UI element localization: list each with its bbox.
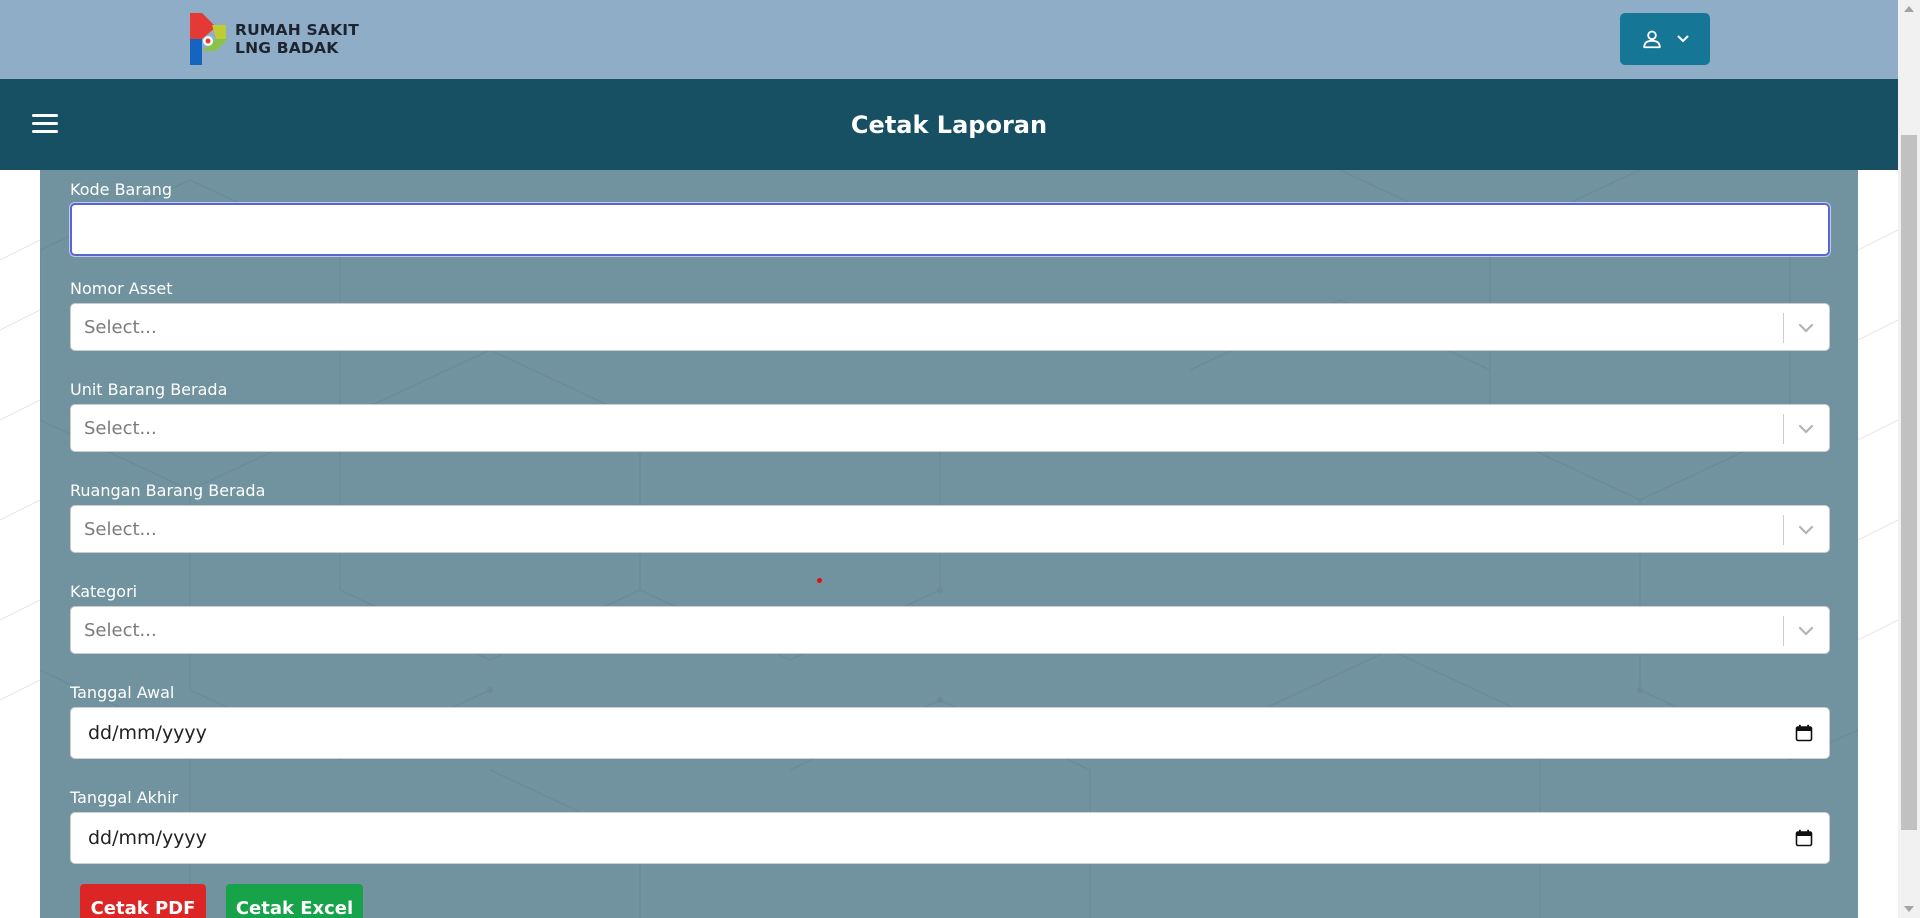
nomor-asset-placeholder: Select...: [84, 317, 157, 338]
ruangan-barang-select[interactable]: Select...: [70, 505, 1830, 553]
chevron-down-icon[interactable]: [1796, 521, 1816, 539]
logo-line-1: RUMAH SAKIT: [235, 21, 360, 39]
top-bar: RUMAH SAKIT LNG BADAK: [0, 0, 1898, 79]
scroll-thumb[interactable]: [1901, 135, 1917, 830]
chevron-down-icon[interactable]: [1796, 622, 1816, 640]
unit-barang-select[interactable]: Select...: [70, 404, 1830, 452]
user-icon: [1643, 30, 1661, 49]
tanggal-akhir-label: Tanggal Akhir: [70, 788, 179, 807]
hospital-logo[interactable]: RUMAH SAKIT LNG BADAK: [188, 11, 359, 67]
chevron-down-icon[interactable]: [1796, 319, 1816, 337]
logo-line-2: LNG BADAK: [235, 39, 339, 57]
nomor-asset-label: Nomor Asset: [70, 279, 173, 298]
calendar-icon[interactable]: [1795, 829, 1813, 847]
tanggal-akhir-placeholder: dd/mm/yyyy: [88, 827, 207, 849]
page-header: Cetak Laporan: [0, 79, 1898, 170]
kode-barang-input[interactable]: [70, 203, 1830, 256]
report-form: Kode Barang Nomor Asset Select... Unit B…: [70, 180, 1830, 918]
report-form-card: Kode Barang Nomor Asset Select... Unit B…: [40, 170, 1858, 918]
cursor-dot: [817, 578, 822, 583]
kategori-label: Kategori: [70, 582, 138, 601]
tanggal-akhir-input[interactable]: dd/mm/yyyy: [70, 812, 1830, 864]
chevron-down-icon: [1677, 35, 1689, 43]
unit-barang-label: Unit Barang Berada: [70, 380, 228, 399]
logo-text: RUMAH SAKIT LNG BADAK: [235, 21, 359, 57]
unit-barang-placeholder: Select...: [84, 418, 157, 439]
action-buttons: Cetak PDF Cetak Excel: [70, 884, 1830, 918]
select-separator: [1783, 515, 1784, 545]
hamburger-icon[interactable]: [32, 114, 58, 134]
scroll-down-arrow-icon[interactable]: [1904, 906, 1914, 912]
tanggal-awal-label: Tanggal Awal: [70, 683, 175, 702]
user-menu-button[interactable]: [1620, 13, 1710, 65]
vertical-scrollbar[interactable]: [1898, 0, 1920, 918]
select-separator: [1783, 616, 1784, 646]
page-title: Cetak Laporan: [850, 110, 1048, 139]
nomor-asset-select[interactable]: Select...: [70, 303, 1830, 351]
cetak-pdf-button[interactable]: Cetak PDF: [80, 884, 206, 918]
cetak-excel-button[interactable]: Cetak Excel: [226, 884, 363, 918]
scroll-up-arrow-icon[interactable]: [1904, 6, 1914, 12]
tanggal-awal-input[interactable]: dd/mm/yyyy: [70, 707, 1830, 759]
ruangan-barang-label: Ruangan Barang Berada: [70, 481, 266, 500]
chevron-down-icon[interactable]: [1796, 420, 1816, 438]
kategori-placeholder: Select...: [84, 620, 157, 641]
ruangan-barang-placeholder: Select...: [84, 519, 157, 540]
logo-mark-icon: [190, 13, 228, 65]
tanggal-awal-placeholder: dd/mm/yyyy: [88, 722, 207, 744]
kategori-select[interactable]: Select...: [70, 606, 1830, 654]
calendar-icon[interactable]: [1795, 724, 1813, 742]
select-separator: [1783, 313, 1784, 343]
select-separator: [1783, 414, 1784, 444]
kode-barang-label: Kode Barang: [70, 180, 173, 199]
